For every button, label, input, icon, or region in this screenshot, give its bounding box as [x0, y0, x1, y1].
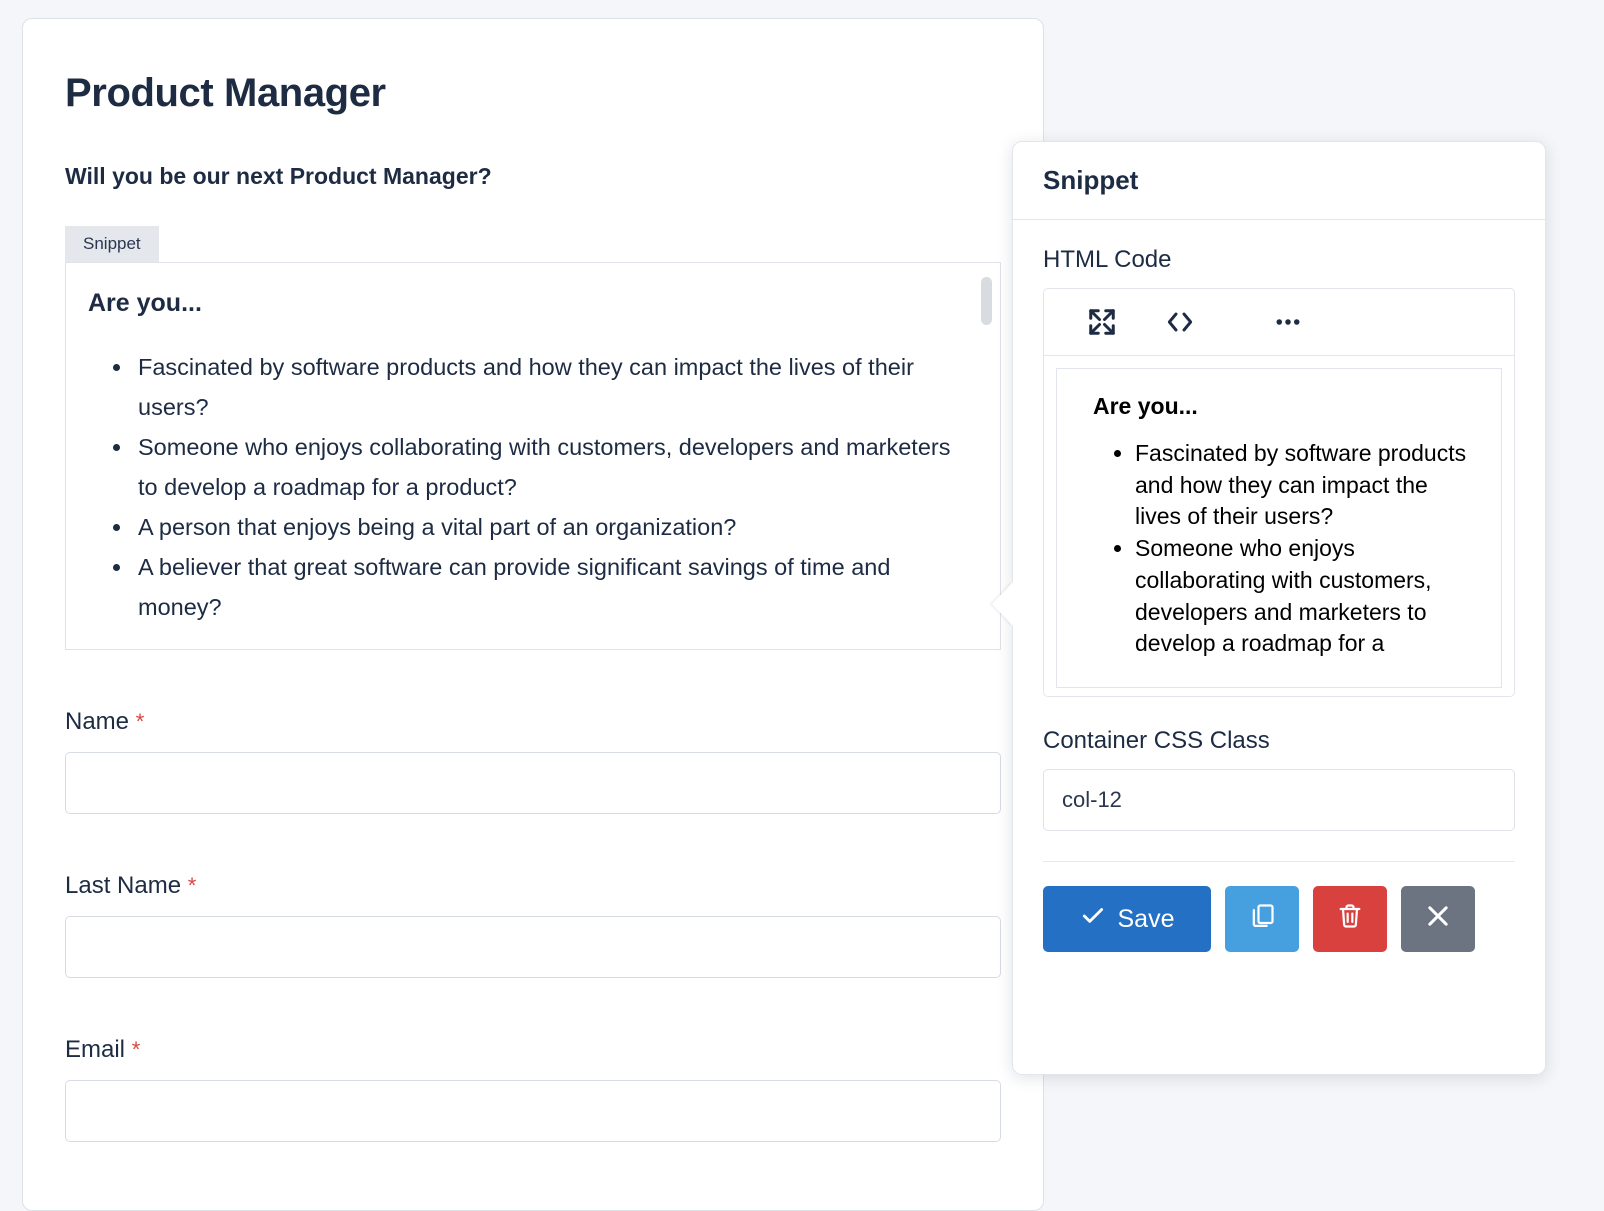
container-css-class-group: Container CSS Class [1043, 727, 1515, 831]
form-content: Product Manager Will you be our next Pro… [23, 19, 1043, 1142]
required-asterisk: * [136, 709, 145, 734]
snippet-scrollbar-thumb[interactable] [981, 277, 992, 325]
snippet-tab-strip: Snippet [65, 226, 1001, 262]
preview-bullet-list: Fascinated by software products and how … [1093, 438, 1479, 660]
panel-pointer-caret [992, 582, 1013, 626]
list-item: Someone who enjoys collaborating with cu… [134, 428, 966, 508]
html-code-editor[interactable]: Are you... Fascinated by software produc… [1043, 288, 1515, 697]
check-icon [1080, 903, 1106, 936]
form-subtitle: Will you be our next Product Manager? [65, 163, 1001, 190]
panel-action-buttons: Save [1043, 862, 1515, 952]
editor-toolbar [1044, 289, 1514, 356]
snippet-editor-panel: Snippet HTML Code [1012, 141, 1546, 1075]
snippet-bullet-list: Fascinated by software products and how … [88, 348, 966, 628]
email-input[interactable] [65, 1080, 1001, 1142]
field-label-text: Name [65, 708, 129, 735]
required-asterisk: * [132, 1037, 141, 1062]
field-label-email: Email * [65, 1036, 1001, 1064]
container-css-class-input[interactable] [1043, 769, 1515, 831]
fullscreen-icon[interactable] [1074, 300, 1130, 344]
snippet-preview-box[interactable]: Are you... Fascinated by software produc… [65, 262, 1001, 650]
html-code-label: HTML Code [1043, 246, 1515, 274]
list-item: A person that enjoys being a vital part … [134, 508, 966, 548]
container-css-class-label: Container CSS Class [1043, 727, 1515, 755]
list-item: Someone who enjoys collaborating with cu… [1135, 533, 1479, 660]
save-button-label: Save [1118, 905, 1175, 934]
field-label-text: Email [65, 1036, 125, 1063]
ellipsis-icon[interactable] [1260, 300, 1316, 344]
field-label-last-name: Last Name * [65, 872, 1001, 900]
snippet-preview-content: Are you... Fascinated by software produc… [66, 263, 1000, 638]
delete-button[interactable] [1313, 886, 1387, 952]
editor-preview-content: Are you... Fascinated by software produc… [1057, 369, 1501, 660]
copy-icon [1248, 902, 1276, 937]
field-last-name: Last Name * [65, 872, 1001, 978]
page-title: Product Manager [65, 71, 1001, 115]
name-input[interactable] [65, 752, 1001, 814]
duplicate-button[interactable] [1225, 886, 1299, 952]
required-asterisk: * [188, 873, 197, 898]
panel-body: HTML Code [1013, 220, 1545, 952]
code-icon[interactable] [1152, 300, 1208, 344]
list-item: Fascinated by software products and how … [134, 348, 966, 428]
close-button[interactable] [1401, 886, 1475, 952]
job-application-card: Product Manager Will you be our next Pro… [22, 18, 1044, 1211]
field-label-text: Last Name [65, 872, 181, 899]
last-name-input[interactable] [65, 916, 1001, 978]
editor-preview-area[interactable]: Are you... Fascinated by software produc… [1056, 368, 1502, 688]
snippet-heading: Are you... [88, 289, 966, 318]
field-label-name: Name * [65, 708, 1001, 736]
save-button[interactable]: Save [1043, 886, 1211, 952]
field-email: Email * [65, 1036, 1001, 1142]
preview-heading: Are you... [1093, 393, 1479, 420]
panel-title: Snippet [1043, 165, 1138, 196]
list-item: Fascinated by software products and how … [1135, 438, 1479, 533]
snippet-tab[interactable]: Snippet [65, 226, 159, 262]
list-item: A believer that great software can provi… [134, 548, 966, 628]
close-icon [1424, 902, 1452, 937]
panel-header: Snippet [1013, 142, 1545, 220]
field-name: Name * [65, 708, 1001, 814]
trash-icon [1336, 902, 1364, 937]
